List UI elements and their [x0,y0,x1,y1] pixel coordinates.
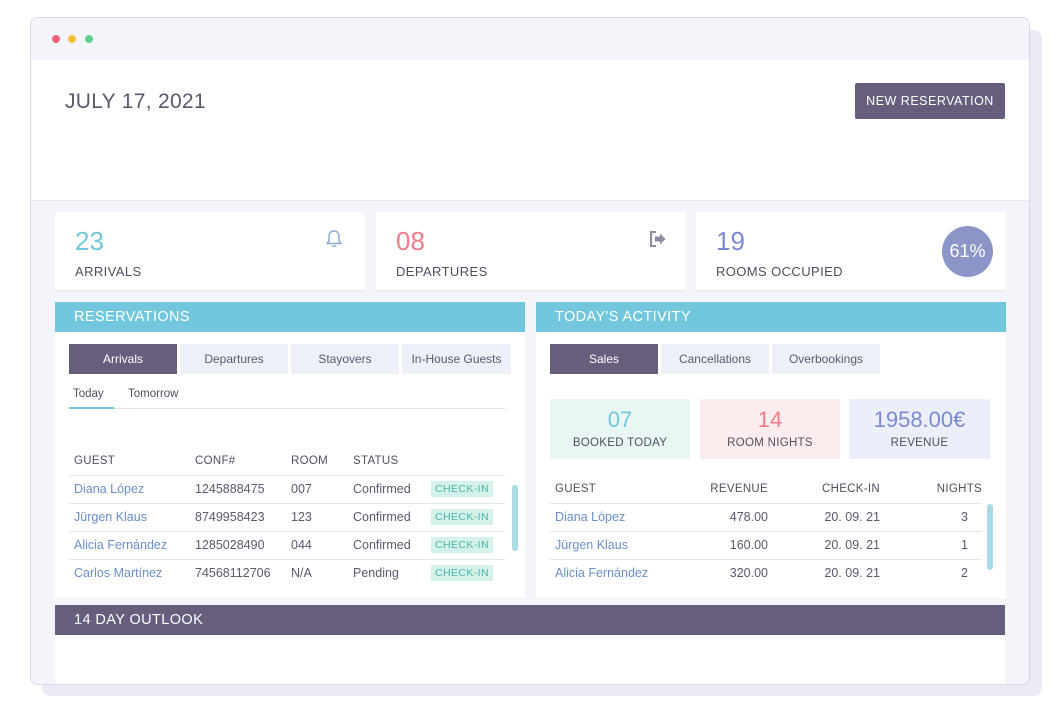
app-window: JULY 17, 2021 NEW RESERVATION 23 ARRIVAL… [30,17,1030,685]
guest-name-link[interactable]: Carlos Martínez [69,558,195,587]
tab-overbookings[interactable]: Overbookings [772,344,880,374]
room-number: 123 [291,502,353,531]
rooms-occupied-count: 19 [716,226,745,256]
arrivals-count: 23 [75,226,104,256]
conf-number: 1285028490 [195,530,291,559]
guest-name-link[interactable]: Diana López [69,474,195,503]
guest-name-link[interactable]: Jürgen Klaus [69,502,195,531]
table-row[interactable]: Diana López 1245888475 007 Confirmed CHE… [69,474,505,503]
check-in-date: 20. 09. 21 [768,530,880,559]
tab-departures[interactable]: Departures [180,344,288,374]
column-guest: GUEST [74,454,116,467]
revenue-label: REVENUE [890,437,949,449]
departures-card[interactable]: 08 DEPARTURES [376,212,686,290]
reservations-table: GUEST CONF# ROOM STATUS Diana López 1245… [69,447,505,587]
outlook-title: 14 DAY OUTLOOK [55,605,1005,635]
reservations-panel: RESERVATIONS Arrivals Departures Stayove… [55,302,525,598]
column-conf: CONF# [195,454,236,467]
conf-number: 8749958423 [195,502,291,531]
room-nights-stat: 14 ROOM NIGHTS [700,399,840,459]
table-header-row: GUEST CONF# ROOM STATUS [69,447,505,475]
column-revenue: REVENUE [710,482,768,495]
table-row[interactable]: Jürgen Klaus 8749958423 123 Confirmed CH… [69,502,505,531]
nights-count: 3 [880,502,982,531]
tab-stayovers[interactable]: Stayovers [291,344,399,374]
table-row[interactable]: Diana López 478.00 20. 09. 21 3 [550,502,982,531]
booked-today-value: 07 [607,407,633,432]
revenue-amount: 320.00 [680,558,768,587]
check-in-date: 20. 09. 21 [768,502,880,531]
occupancy-percent-badge: 61% [942,226,993,277]
guest-name-link[interactable]: Diana López [550,502,680,531]
table-row[interactable]: Carlos Martínez 74568112706 N/A Pending … [69,558,505,587]
arrivals-card[interactable]: 23 ARRIVALS [55,212,365,290]
tab-arrivals[interactable]: Arrivals [69,344,177,374]
status-text: Confirmed [353,530,431,559]
status-text: Confirmed [353,474,431,503]
guest-name-link[interactable]: Jürgen Klaus [550,530,680,559]
column-room: ROOM [291,454,328,467]
conf-number: 1245888475 [195,474,291,503]
revenue-amount: 160.00 [680,530,768,559]
outlook-panel: 14 DAY OUTLOOK [55,605,1005,684]
status-text: Confirmed [353,502,431,531]
nights-count: 1 [880,530,982,559]
room-number: 007 [291,474,353,503]
column-action [431,447,505,475]
departures-count: 08 [396,226,425,256]
activity-title: TODAY'S ACTIVITY [536,302,1006,332]
tab-sales[interactable]: Sales [550,344,658,374]
title-bar [31,18,1029,60]
status-text: Pending [353,558,431,587]
page-title-date: JULY 17, 2021 [65,90,206,113]
column-check-in: CHECK-IN [822,482,880,495]
bell-icon [323,228,345,250]
day-subtabs: Today Tomorrow [69,388,505,409]
conf-number: 74568112706 [195,558,291,587]
revenue-stat: 1958.00€ REVENUE [849,399,990,459]
activity-panel: TODAY'S ACTIVITY Sales Cancellations Ove… [536,302,1006,598]
column-status: STATUS [353,454,399,467]
check-in-button[interactable]: CHECK-IN [431,481,493,497]
booked-today-label: BOOKED TODAY [572,437,668,449]
table-row[interactable]: Alicia Fernández 1285028490 044 Confirme… [69,530,505,559]
activity-scrollbar[interactable] [987,504,993,570]
subtab-today[interactable]: Today [69,388,114,409]
tab-cancellations[interactable]: Cancellations [661,344,769,374]
column-guest: GUEST [555,482,597,495]
guest-name-link[interactable]: Alicia Fernández [550,558,680,587]
tab-in-house-guests[interactable]: In-House Guests [402,344,511,374]
new-reservation-button[interactable]: NEW RESERVATION [855,83,1005,119]
activity-table: GUEST REVENUE CHECK-IN NIGHTS Diana Lópe… [550,475,982,587]
exit-icon [647,228,669,250]
table-row[interactable]: Alicia Fernández 320.00 20. 09. 21 2 [550,558,982,587]
subtab-tomorrow[interactable]: Tomorrow [128,388,178,409]
page-header: JULY 17, 2021 NEW RESERVATION [31,60,1029,201]
room-nights-label: ROOM NIGHTS [727,437,813,449]
arrivals-label: ARRIVALS [75,264,142,279]
reservations-scrollbar[interactable] [512,485,518,551]
room-nights-value: 14 [757,407,783,432]
minimize-window-dot[interactable] [68,35,76,43]
nights-count: 2 [880,558,982,587]
check-in-date: 20. 09. 21 [768,558,880,587]
revenue-amount: 478.00 [680,502,768,531]
column-nights: NIGHTS [936,482,982,495]
table-header-row: GUEST REVENUE CHECK-IN NIGHTS [550,475,982,503]
guest-name-link[interactable]: Alicia Fernández [69,530,195,559]
check-in-button[interactable]: CHECK-IN [431,509,493,525]
maximize-window-dot[interactable] [85,35,93,43]
table-row[interactable]: Jürgen Klaus 160.00 20. 09. 21 1 [550,530,982,559]
booked-today-stat: 07 BOOKED TODAY [550,399,690,459]
close-window-dot[interactable] [52,35,60,43]
rooms-occupied-label: ROOMS OCCUPIED [716,264,843,279]
room-number: N/A [291,558,353,587]
revenue-value: 1958.00€ [873,407,966,432]
rooms-occupied-card[interactable]: 19 ROOMS OCCUPIED 61% [696,212,1006,290]
room-number: 044 [291,530,353,559]
reservations-title: RESERVATIONS [55,302,525,332]
departures-label: DEPARTURES [396,264,488,279]
check-in-button[interactable]: CHECK-IN [431,537,493,553]
check-in-button[interactable]: CHECK-IN [431,565,493,582]
